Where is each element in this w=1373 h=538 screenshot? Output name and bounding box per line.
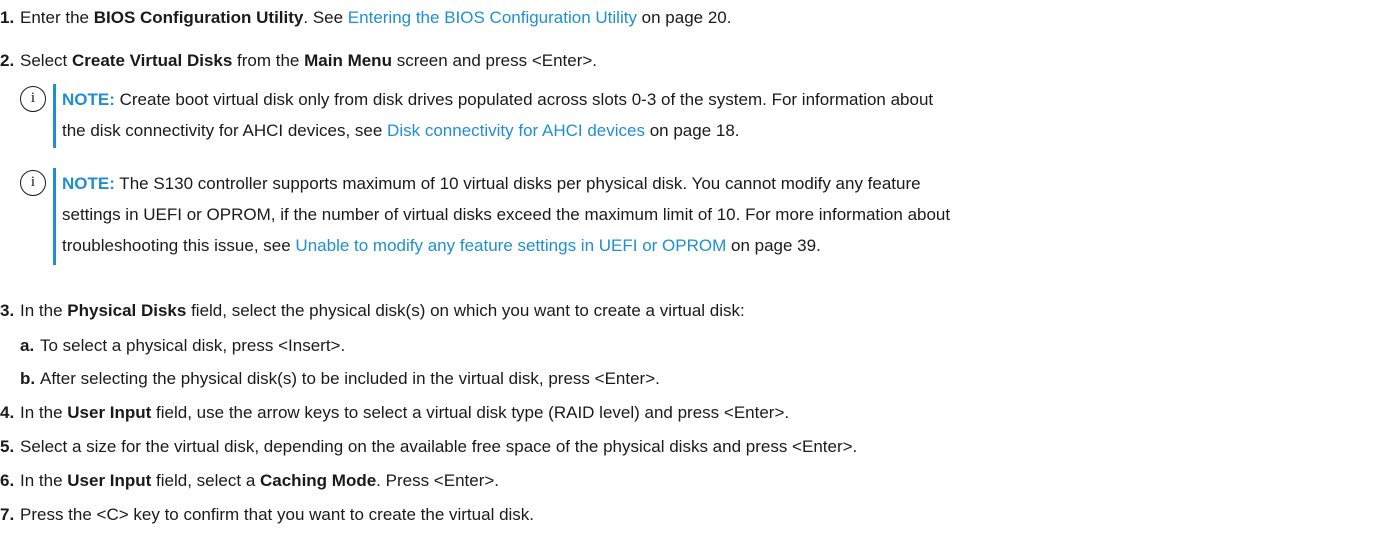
substep-text: To select a physical disk, press <Insert… [40,336,346,355]
step-text: In the User Input field, select a Cachin… [20,469,499,493]
info-icon: i [20,86,46,112]
info-icon: i [20,170,46,196]
step-number: 6. [0,471,15,490]
link-unable-to-modify-settings[interactable]: Unable to modify any feature settings in… [295,236,726,255]
procedure-page: 1. Enter the BIOS Configuration Utility.… [0,0,1373,538]
step-text-part: on page 20. [636,8,732,27]
note-line: NOTE: Create boot virtual disk only from… [62,84,933,115]
step-text-part: screen and press <Enter>. [391,51,598,70]
step-text: Enter the BIOS Configuration Utility. Se… [20,6,731,30]
step-text-part: Select [20,51,72,70]
substep-text: After selecting the physical disk(s) to … [40,369,660,388]
step-text-part: Enter the [20,8,94,27]
step-number: 2. [0,51,15,70]
note-text-part: on page 39. [726,236,821,255]
note-text: NOTE: Create boot virtual disk only from… [62,84,933,146]
link-disk-connectivity-ahci[interactable]: Disk connectivity for AHCI devices [387,121,645,140]
ui-term: Caching Mode [260,471,377,490]
step-text: Select a size for the virtual disk, depe… [20,435,857,459]
step-text-part: from the [232,51,305,70]
step-text-part: field, select a [151,471,260,490]
substep-letter: b. [20,369,36,388]
step-text: In the User Input field, use the arrow k… [20,401,789,425]
step-text: Select Create Virtual Disks from the Mai… [20,49,597,73]
step-text-part: . Press <Enter>. [376,471,500,490]
step-text-part: Press the <C> key to confirm that you wa… [20,505,535,524]
step-number: 1. [0,8,15,27]
note-bar [53,84,56,148]
note-text-part: The S130 controller supports maximum of … [114,174,921,193]
step-text: In the Physical Disks field, select the … [20,299,745,323]
step-text-part: field, select the physical disk(s) on wh… [186,301,745,320]
note-text-part: Create boot virtual disk only from disk … [114,90,934,109]
note-text-part: troubleshooting this issue, see [62,236,296,255]
note-line: NOTE: The S130 controller supports maxim… [62,168,950,199]
step-text-part: In the [20,471,68,490]
note-text-part: on page 18. [644,121,740,140]
note-bar [53,168,56,265]
note-text: NOTE: The S130 controller supports maxim… [62,168,950,261]
ui-term: Main Menu [304,51,392,70]
step-text-part: In the [20,301,68,320]
ui-term: User Input [67,403,152,422]
step-text-part: In the [20,403,68,422]
ui-term: User Input [67,471,152,490]
note-line: the disk connectivity for AHCI devices, … [62,115,933,146]
note-line: settings in UEFI or OPROM, if the number… [62,199,950,230]
substep-letter: a. [20,336,35,355]
ui-term: BIOS Configuration Utility [93,8,304,27]
note-line: troubleshooting this issue, see Unable t… [62,230,950,261]
step-text-part: . See [303,8,348,27]
step-number: 5. [0,437,15,456]
step-number: 4. [0,403,15,422]
link-entering-bios-utility[interactable]: Entering the BIOS Configuration Utility [348,8,637,27]
step-text-part: field, use the arrow keys to select a vi… [151,403,790,422]
step-text: Press the <C> key to confirm that you wa… [20,503,534,527]
step-number: 3. [0,301,15,320]
note-text-part: the disk connectivity for AHCI devices, … [62,121,388,140]
note-label: NOTE: [62,174,115,193]
ui-term: Create Virtual Disks [71,51,233,70]
ui-term: Physical Disks [67,301,187,320]
note-label: NOTE: [62,90,115,109]
step-text-part: Select a size for the virtual disk, depe… [20,437,858,456]
step-number: 7. [0,505,15,524]
note-text-part: settings in UEFI or OPROM, if the number… [62,205,951,224]
